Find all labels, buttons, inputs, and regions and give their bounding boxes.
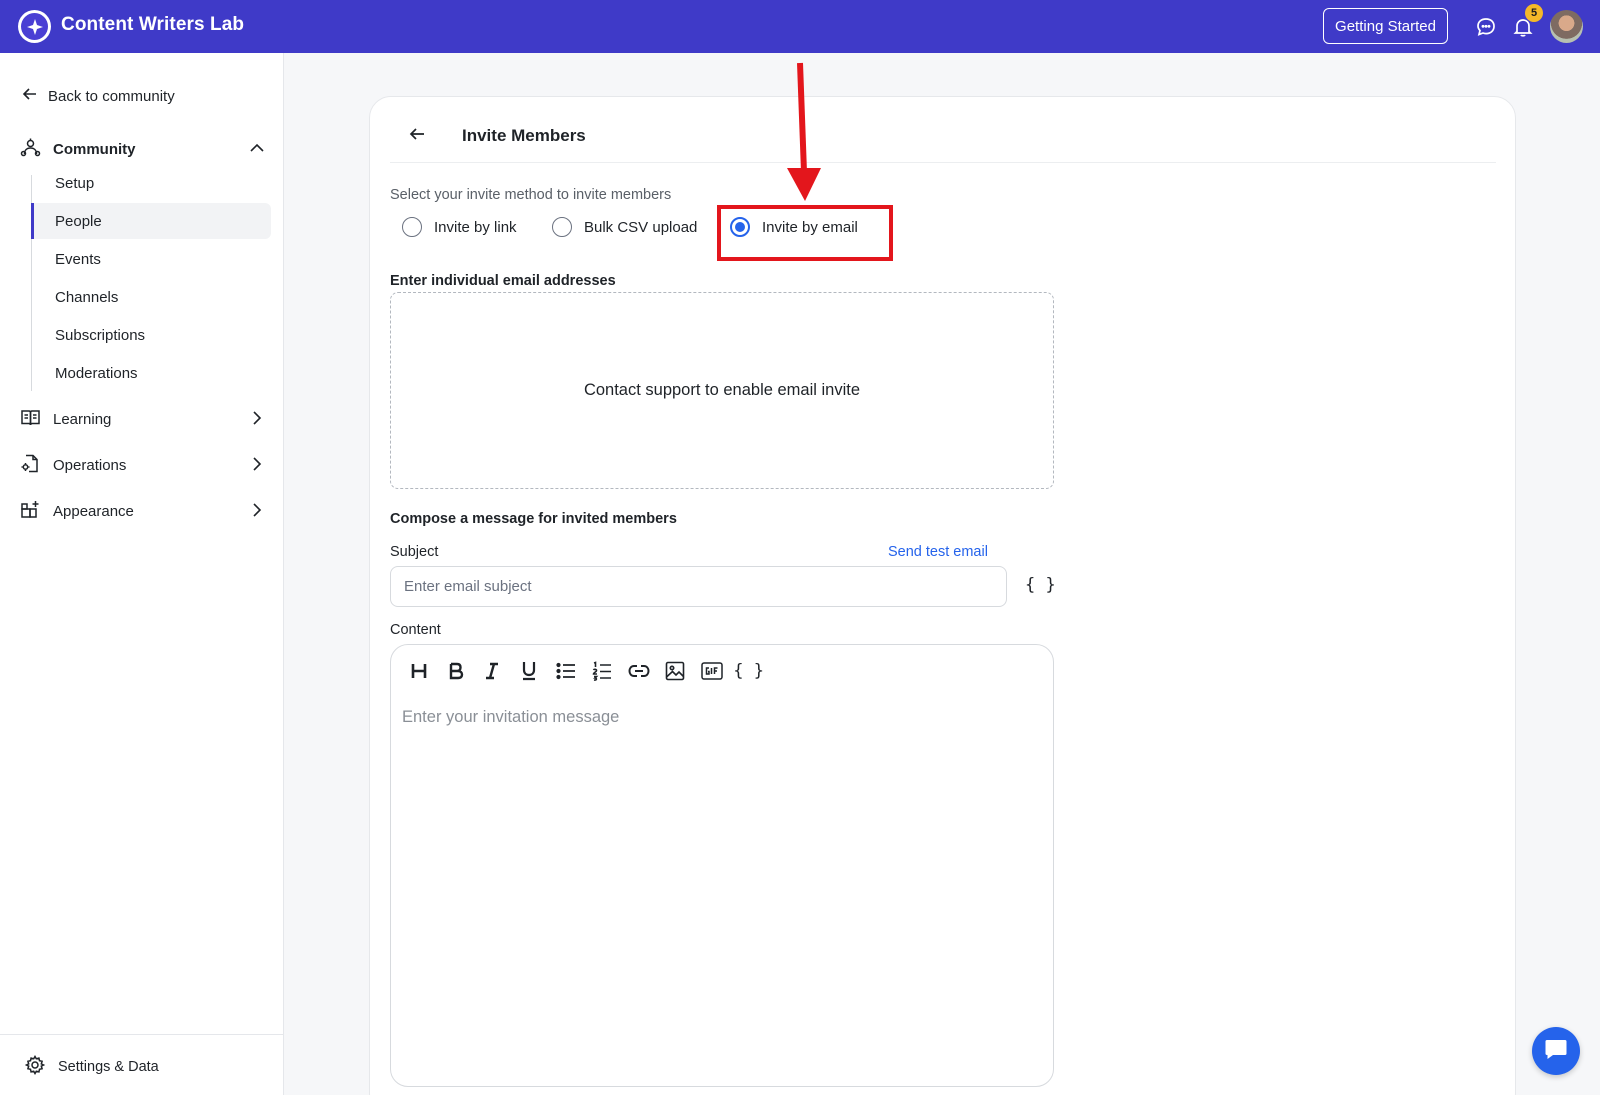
top-bar: Content Writers Lab Getting Started 5 [0, 0, 1600, 53]
community-icon [20, 137, 41, 162]
chat-icon [1543, 1036, 1569, 1067]
editor-toolbar: { } [401, 657, 767, 685]
back-to-community-link[interactable]: Back to community [22, 86, 175, 106]
radio-invite-by-link[interactable]: Invite by link [402, 217, 517, 237]
subject-input[interactable] [390, 566, 1007, 607]
settings-and-data-label: Settings & Data [58, 1059, 159, 1075]
invite-method-prompt: Select your invite method to invite memb… [390, 187, 672, 203]
chevron-up-icon [249, 140, 265, 160]
sidebar-section-learning[interactable]: Learning [20, 407, 265, 432]
sidebar-item-moderations[interactable]: Moderations [31, 355, 271, 391]
sidebar: Back to community Community Setup People… [0, 53, 284, 1095]
app-logo[interactable] [18, 10, 51, 43]
sidebar-section-community[interactable]: Community [20, 137, 265, 162]
numbered-list-icon[interactable] [584, 657, 621, 685]
sidebar-section-operations[interactable]: Operations [20, 453, 265, 478]
radio-button[interactable] [402, 217, 422, 237]
bold-icon[interactable] [438, 657, 475, 685]
sidebar-item-setup[interactable]: Setup [31, 165, 271, 201]
image-icon[interactable] [657, 657, 694, 685]
arrow-left-icon [22, 86, 38, 106]
content-label: Content [390, 622, 441, 638]
sidebar-section-label: Operations [53, 457, 127, 474]
card-header: Invite Members [390, 117, 1496, 163]
notification-count-badge: 5 [1525, 4, 1543, 22]
insert-variable-icon[interactable]: { } [730, 657, 767, 685]
sidebar-section-label: Learning [53, 411, 112, 428]
sidebar-item-events[interactable]: Events [31, 241, 271, 277]
invite-members-card: Invite Members Select your invite method… [369, 96, 1516, 1095]
back-to-community-label: Back to community [48, 87, 175, 105]
annotation-highlight-box [717, 205, 893, 261]
arrow-left-icon[interactable] [408, 125, 426, 148]
chevron-right-icon [249, 456, 265, 476]
page-title: Invite Members [462, 126, 586, 145]
send-test-email-link[interactable]: Send test email [888, 544, 988, 560]
underline-icon[interactable] [511, 657, 548, 685]
app-title: Content Writers Lab [61, 14, 245, 35]
user-avatar[interactable] [1550, 10, 1583, 43]
content-editor[interactable]: { } Enter your invitation message [390, 644, 1054, 1087]
email-addresses-box: Contact support to enable email invite [390, 292, 1054, 489]
chevron-right-icon [249, 502, 265, 522]
gear-icon [24, 1054, 46, 1079]
radio-label: Invite by link [434, 218, 517, 236]
gif-icon[interactable] [694, 657, 731, 685]
document-cog-icon [20, 453, 41, 478]
radio-button[interactable] [552, 217, 572, 237]
sidebar-item-subscriptions[interactable]: Subscriptions [31, 317, 271, 353]
link-icon[interactable] [621, 657, 658, 685]
sidebar-section-appearance[interactable]: Appearance [20, 499, 265, 524]
compose-section-label: Compose a message for invited members [390, 511, 677, 527]
bullet-list-icon[interactable] [547, 657, 584, 685]
chat-bubble-icon[interactable] [1474, 15, 1498, 39]
email-section-label: Enter individual email addresses [390, 273, 616, 289]
chevron-right-icon [249, 410, 265, 430]
sidebar-section-label: Community [53, 141, 136, 158]
layout-add-icon [20, 499, 41, 524]
sidebar-item-channels[interactable]: Channels [31, 279, 271, 315]
subject-label: Subject [390, 544, 439, 560]
sidebar-section-label: Appearance [53, 503, 134, 520]
radio-label: Bulk CSV upload [584, 218, 698, 236]
insert-variable-button[interactable]: { } [1025, 575, 1056, 595]
email-box-message: Contact support to enable email invite [583, 381, 861, 399]
getting-started-button[interactable]: Getting Started [1323, 8, 1448, 44]
settings-and-data-link[interactable]: Settings & Data [24, 1054, 159, 1079]
sparkle-icon [21, 13, 48, 40]
book-icon [20, 407, 41, 432]
support-chat-button[interactable] [1532, 1027, 1580, 1075]
radio-bulk-csv-upload[interactable]: Bulk CSV upload [552, 217, 697, 237]
content-placeholder: Enter your invitation message [402, 708, 620, 726]
heading-icon[interactable] [401, 657, 438, 685]
sidebar-footer: Settings & Data [0, 1034, 284, 1095]
italic-icon[interactable] [474, 657, 511, 685]
sidebar-item-people[interactable]: People [31, 203, 271, 239]
